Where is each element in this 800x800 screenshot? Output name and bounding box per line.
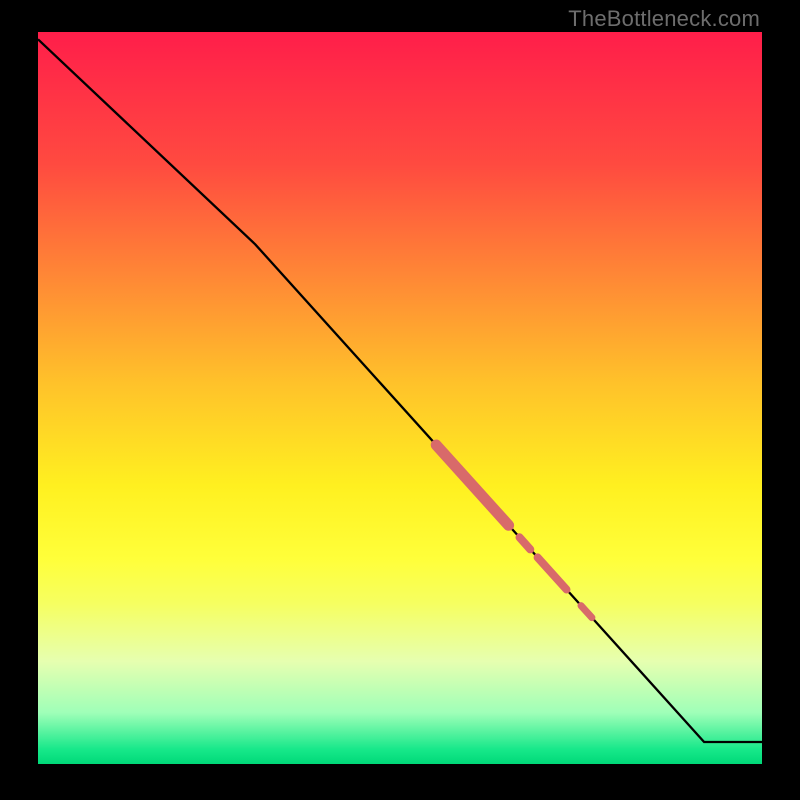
- chart-svg: [38, 32, 762, 764]
- curve-highlight: [581, 606, 592, 618]
- curve-highlight: [538, 557, 567, 589]
- chart-frame: TheBottleneck.com: [0, 0, 800, 800]
- plot-area: [38, 32, 762, 764]
- curve-path: [38, 39, 762, 742]
- watermark-text: TheBottleneck.com: [568, 6, 760, 32]
- curve-highlight: [436, 445, 508, 525]
- curve-highlight: [520, 537, 531, 549]
